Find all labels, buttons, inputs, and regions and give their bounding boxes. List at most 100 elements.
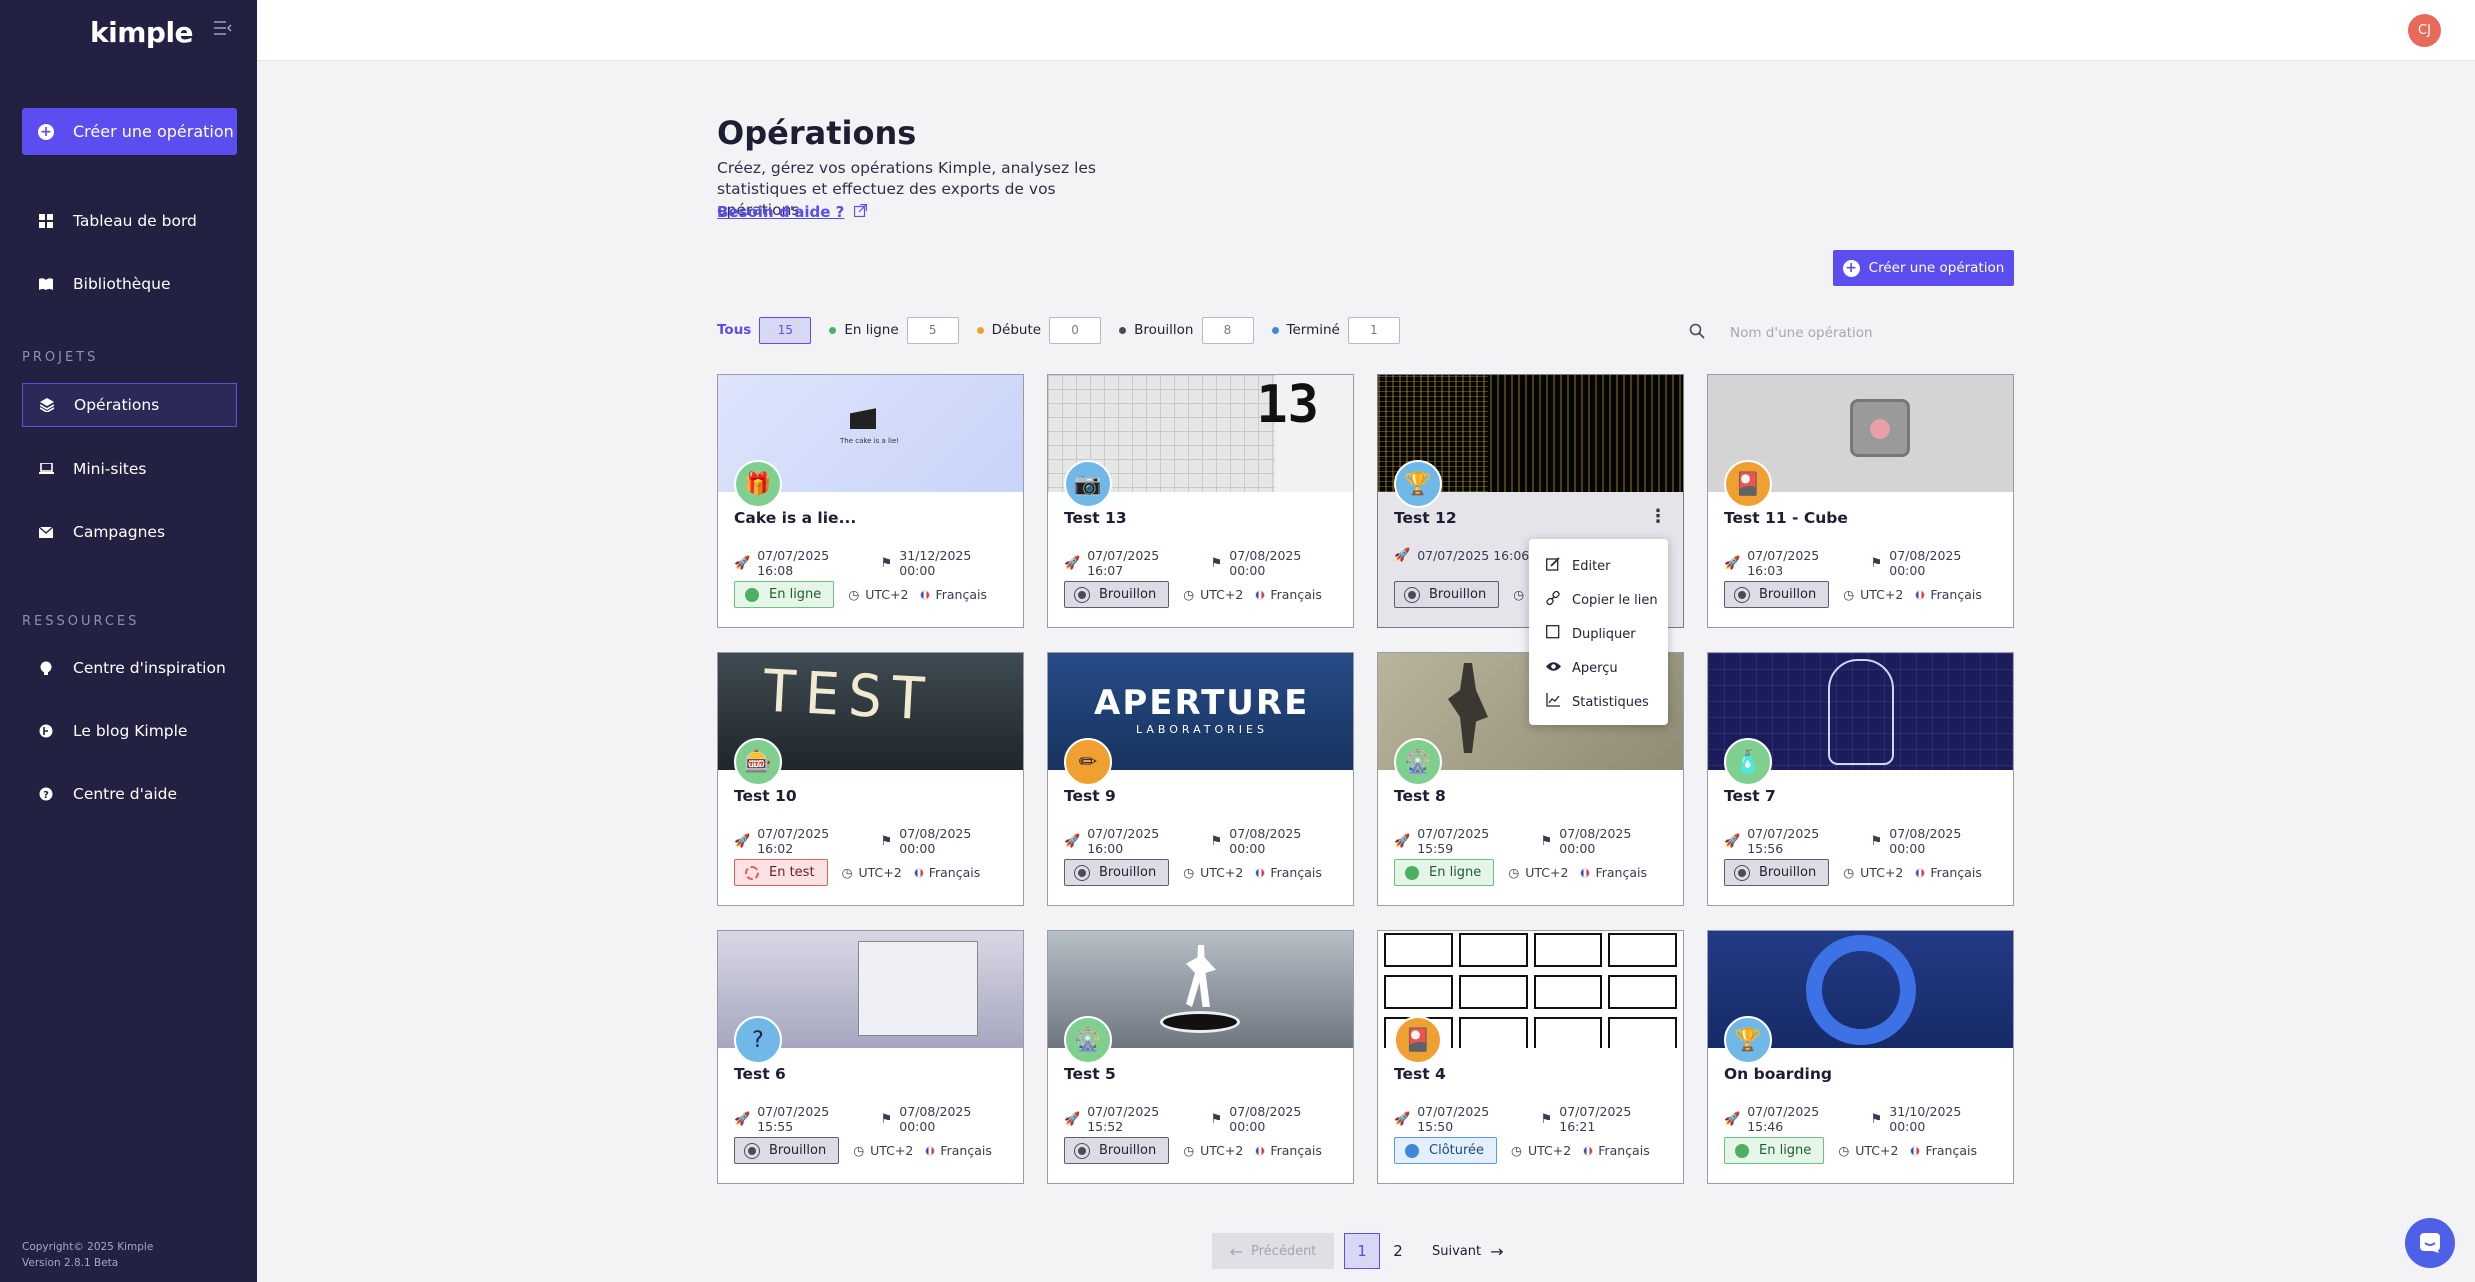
start-date: 🚀 07/07/2025 15:56 — [1724, 826, 1851, 856]
flag-icon: ⚑ — [1540, 833, 1553, 849]
card-dates: 🚀 07/07/2025 15:56 ⚑ 07/08/2025 00:00 — [1724, 826, 2013, 856]
rocket-icon: 🚀 — [1724, 1111, 1741, 1127]
timezone-value: UTC+2 — [1855, 1143, 1899, 1158]
arrow-right-icon: → — [1490, 1241, 1504, 1261]
status-label: Brouillon — [1759, 587, 1817, 602]
create-operation-label: Créer une opération — [73, 122, 234, 141]
status-dot — [1119, 326, 1127, 334]
status-badge: Brouillon — [1064, 581, 1170, 608]
end-date: ⚑ 07/08/2025 00:00 — [1871, 826, 1993, 856]
language-value: Français — [1598, 1143, 1650, 1158]
menu-item-duplicate[interactable]: Dupliquer — [1529, 617, 1668, 651]
status-badge: Brouillon — [734, 1137, 840, 1164]
copyright: Copyright© 2025 Kimple Version 2.8.1 Bet… — [22, 1239, 153, 1271]
flag-fr-icon — [1915, 867, 1926, 878]
filter-finished[interactable]: Terminé 1 — [1271, 316, 1400, 344]
card-title: On boarding — [1724, 1065, 1832, 1083]
sidebar-item-campaigns[interactable]: Campagnes — [22, 510, 237, 554]
end-date-value: 07/08/2025 00:00 — [1229, 826, 1302, 856]
start-date-value: 07/07/2025 16:02 — [757, 826, 830, 856]
kimple-logo[interactable]: kimple — [90, 16, 194, 49]
operation-card[interactable]: 13 📷 Test 13 🚀 07/07/2025 16:07 ⚑ 07/08/20… — [1047, 374, 1354, 628]
cards-icon: 🎴 — [1394, 1016, 1442, 1064]
lab-room — [858, 941, 978, 1036]
operation-card[interactable]: APERTURE LABORATORIES ✏ Test 9 🚀 07/07/20… — [1047, 652, 1354, 906]
avatar[interactable]: CJ — [2408, 14, 2441, 47]
sidebar-item-help[interactable]: ? Centre d'aide — [22, 772, 237, 816]
status-dot — [976, 326, 984, 334]
end-date-value: 31/10/2025 00:00 — [1889, 1104, 1962, 1134]
operation-card[interactable]: 🧴 Test 7 🚀 07/07/2025 15:56 ⚑ 07/08/2025 0… — [1707, 652, 2014, 906]
menu-item-copy-link[interactable]: Copier le lien — [1529, 583, 1668, 617]
card-footer: Brouillon ◷ UTC+2 Français — [734, 1137, 1013, 1164]
search-icon[interactable] — [1689, 323, 1707, 341]
filter-all[interactable]: Tous 15 — [717, 316, 812, 344]
flag-icon: ⚑ — [880, 1111, 893, 1127]
mail-icon — [38, 524, 54, 540]
card-footer: En ligne ◷ UTC+2 Français — [1724, 1137, 2003, 1164]
end-date-value: 07/08/2025 00:00 — [1559, 826, 1632, 856]
help-link[interactable]: Besoin d'aide ? — [717, 203, 868, 221]
svg-text:?: ? — [43, 790, 49, 801]
previous-page-button[interactable]: ← Précédent — [1212, 1233, 1334, 1269]
start-date: 🚀 07/07/2025 15:52 — [1064, 1104, 1191, 1134]
page-2-button[interactable]: 2 — [1380, 1233, 1416, 1269]
card-dates: 🚀 07/07/2025 16:02 ⚑ 07/08/2025 00:00 — [734, 826, 1023, 856]
next-page-button[interactable]: Suivant → — [1432, 1242, 1504, 1261]
page-1-button[interactable]: 1 — [1344, 1233, 1380, 1269]
status-icon — [1735, 865, 1749, 880]
operation-card[interactable]: TEST 🎰 Test 10 🚀 07/07/2025 16:02 ⚑ 07/08/… — [717, 652, 1024, 906]
search-input[interactable]: Nom d'une opération — [1730, 325, 1873, 341]
card-title: Test 4 — [1394, 1065, 1446, 1083]
end-date: ⚑ 31/10/2025 00:00 — [1871, 1104, 1993, 1134]
operation-card[interactable]: ? Test 6 🚀 07/07/2025 15:55 ⚑ 07/08/2025 0… — [717, 930, 1024, 1184]
trophy-icon: 🏆 — [1394, 460, 1442, 508]
rocket-icon: 🚀 — [1064, 555, 1081, 571]
operation-card[interactable]: 🎡 Test 5 🚀 07/07/2025 15:52 ⚑ 07/08/2025 0… — [1047, 930, 1354, 1184]
filter-draft[interactable]: Brouillon 8 — [1119, 316, 1254, 344]
sidebar-item-dashboard[interactable]: Tableau de bord — [22, 199, 237, 243]
start-date-value: 07/07/2025 16:00 — [1087, 826, 1160, 856]
status-icon — [1405, 587, 1419, 602]
status-badge: En test — [734, 859, 828, 886]
cards-icon: 🎴 — [1724, 460, 1772, 508]
quiz-icon: ? — [734, 1016, 782, 1064]
filter-online[interactable]: En ligne 5 — [829, 316, 959, 344]
language-value: Français — [1595, 865, 1647, 880]
menu-item-preview[interactable]: Aperçu — [1529, 651, 1668, 685]
start-date-value: 07/07/2025 16:03 — [1747, 548, 1820, 578]
status-label: Brouillon — [769, 1143, 827, 1158]
more-vertical-icon[interactable]: ⋮ — [1649, 508, 1667, 526]
wheel-icon: 🎡 — [1394, 738, 1442, 786]
create-operation-main-button[interactable]: + Créer une opération — [1833, 250, 2014, 286]
collapse-sidebar-icon[interactable] — [214, 20, 232, 40]
operation-card[interactable]: 🏆 On boarding 🚀 07/07/2025 15:46 ⚑ 31/10/2… — [1707, 930, 2014, 1184]
sidebar-item-blog[interactable]: Le blog Kimple — [22, 709, 237, 753]
create-operation-button[interactable]: + Créer une opération — [22, 108, 237, 155]
sidebar-item-library[interactable]: Bibliothèque — [22, 262, 237, 306]
status-icon — [1405, 1143, 1419, 1158]
chat-support-button[interactable] — [2405, 1218, 2455, 1268]
timezone: ◷ UTC+2 — [853, 1143, 913, 1158]
start-date: 🚀 07/07/2025 15:50 — [1394, 1104, 1521, 1134]
menu-item-label: Statistiques — [1572, 694, 1649, 710]
chat-icon — [2420, 1233, 2440, 1253]
menu-item-edit[interactable]: Editer — [1529, 549, 1668, 583]
status-label: En ligne — [769, 587, 822, 602]
sidebar-item-label: Bibliothèque — [73, 275, 171, 293]
sidebar-item-operations[interactable]: Opérations — [22, 383, 237, 427]
pagination: ← Précédent 1 2 Suivant → — [1212, 1233, 1504, 1269]
menu-item-statistics[interactable]: Statistiques — [1529, 685, 1668, 719]
status-filters: Tous 15 En ligne 5 Débute 0 Brouillon 8 … — [717, 316, 1418, 344]
operation-card[interactable]: The cake is a lie! 🎁 Cake is a lie... 🚀 0… — [717, 374, 1024, 628]
operation-card[interactable]: 🎴 Test 4 🚀 07/07/2025 15:50 ⚑ 07/07/2025 1… — [1377, 930, 1684, 1184]
language-value: Français — [1930, 865, 1982, 880]
filter-starting[interactable]: Débute 0 — [976, 316, 1102, 344]
sidebar-item-minisites[interactable]: Mini-sites — [22, 447, 237, 491]
sidebar-item-inspiration[interactable]: Centre d'inspiration — [22, 646, 237, 690]
operation-card[interactable]: 🎴 Test 11 - Cube 🚀 07/07/2025 16:03 ⚑ 07/0… — [1707, 374, 2014, 628]
clock-icon: ◷ — [1508, 865, 1520, 880]
flag-icon: ⚑ — [1870, 1111, 1883, 1127]
pencil-icon: ✏ — [1064, 738, 1112, 786]
end-date: ⚑ 31/12/2025 00:00 — [881, 548, 1003, 578]
